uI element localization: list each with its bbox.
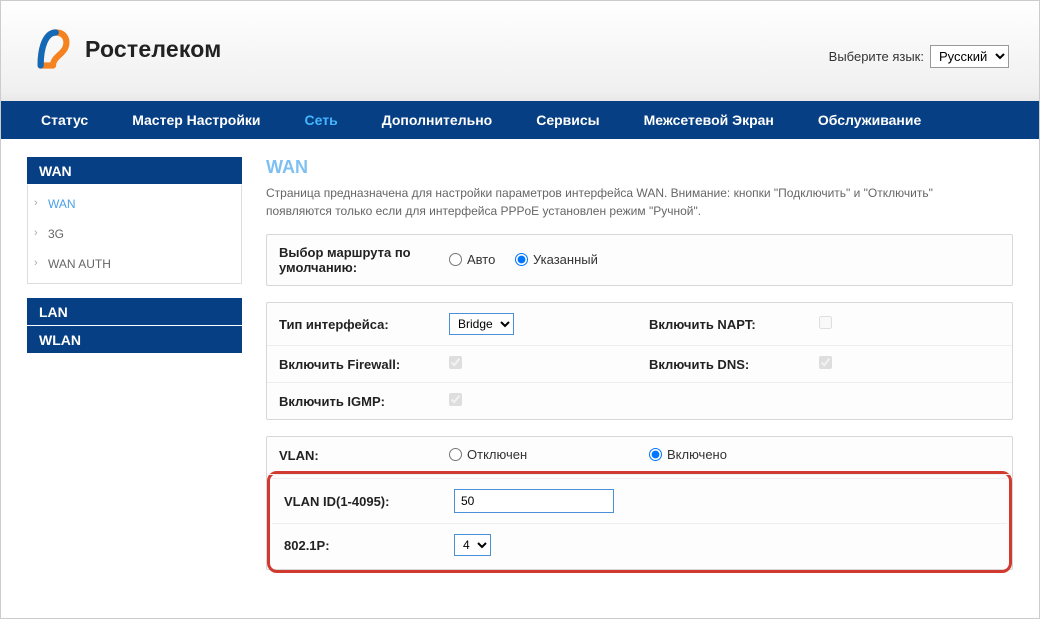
- sidebar-wan-items: WAN 3G WAN AUTH: [27, 185, 242, 284]
- dns-label: Включить DNS:: [637, 346, 807, 383]
- ear-icon: [31, 27, 75, 71]
- page-description: Страница предназначена для настройки пар…: [266, 184, 966, 220]
- vlan-label: VLAN:: [267, 437, 437, 475]
- iface-type-select[interactable]: Bridge: [449, 313, 514, 335]
- body: WAN WAN 3G WAN AUTH LAN WLAN WAN Страниц…: [1, 139, 1039, 609]
- sidebar-header-wlan[interactable]: WLAN: [27, 326, 242, 354]
- igmp-checkbox[interactable]: [449, 393, 462, 406]
- route-specified-radio[interactable]: [515, 253, 528, 266]
- nav-wizard[interactable]: Мастер Настройки: [110, 101, 282, 139]
- top-nav: Статус Мастер Настройки Сеть Дополнитель…: [1, 101, 1039, 139]
- page-title: WAN: [266, 157, 1013, 178]
- sidebar-item-wan[interactable]: WAN: [44, 189, 241, 219]
- nav-services[interactable]: Сервисы: [514, 101, 621, 139]
- nav-advanced[interactable]: Дополнительно: [360, 101, 514, 139]
- vlan-off-option[interactable]: Отключен: [449, 447, 527, 462]
- route-auto-radio[interactable]: [449, 253, 462, 266]
- napt-checkbox[interactable]: [819, 316, 832, 329]
- napt-label: Включить NAPT:: [637, 303, 807, 346]
- vlan-panel: VLAN: Отключен Включено: [266, 436, 1013, 570]
- firewall-checkbox[interactable]: [449, 356, 462, 369]
- nav-maintenance[interactable]: Обслуживание: [796, 101, 943, 139]
- sidebar-header-lan[interactable]: LAN: [27, 298, 242, 326]
- content: WAN Страница предназначена для настройки…: [266, 157, 1013, 609]
- vlan-id-input[interactable]: [454, 489, 614, 513]
- vlan-8021p-select[interactable]: 4: [454, 534, 491, 556]
- dns-checkbox[interactable]: [819, 356, 832, 369]
- vlan-off-radio[interactable]: [449, 448, 462, 461]
- sidebar-item-3g[interactable]: 3G: [44, 219, 241, 249]
- sidebar-item-wanauth[interactable]: WAN AUTH: [44, 249, 241, 279]
- language-label: Выберите язык:: [829, 49, 924, 64]
- route-panel: Выбор маршрута по умолчанию: Авто Указан…: [266, 234, 1013, 286]
- vlan-highlight: VLAN ID(1-4095): 802.1P: 4: [267, 471, 1012, 573]
- vlan-on-radio[interactable]: [649, 448, 662, 461]
- interface-panel: Тип интерфейса: Bridge Включить NAPT: Вк…: [266, 302, 1013, 420]
- route-label: Выбор маршрута по умолчанию:: [267, 235, 437, 285]
- nav-status[interactable]: Статус: [19, 101, 110, 139]
- route-specified-option[interactable]: Указанный: [515, 252, 598, 267]
- vlan-id-label: VLAN ID(1-4095):: [272, 479, 442, 524]
- route-auto-option[interactable]: Авто: [449, 252, 495, 267]
- header: Выберите язык: Русский Ростелеком: [1, 1, 1039, 101]
- vlan-on-option[interactable]: Включено: [649, 447, 727, 462]
- route-options: Авто Указанный: [437, 235, 1012, 285]
- sidebar-header-wan[interactable]: WAN: [27, 157, 242, 185]
- vlan-8021p-label: 802.1P:: [272, 524, 442, 567]
- app-frame: Выберите язык: Русский Ростелеком Статус…: [0, 0, 1040, 619]
- igmp-label: Включить IGMP:: [267, 383, 437, 420]
- language-select[interactable]: Русский: [930, 45, 1009, 68]
- firewall-label: Включить Firewall:: [267, 346, 437, 383]
- nav-firewall[interactable]: Межсетевой Экран: [622, 101, 796, 139]
- nav-network[interactable]: Сеть: [283, 101, 360, 139]
- iface-type-label: Тип интерфейса:: [267, 303, 437, 346]
- sidebar: WAN WAN 3G WAN AUTH LAN WLAN: [27, 157, 242, 609]
- brand-name: Ростелеком: [85, 36, 221, 63]
- language-picker: Выберите язык: Русский: [829, 45, 1009, 68]
